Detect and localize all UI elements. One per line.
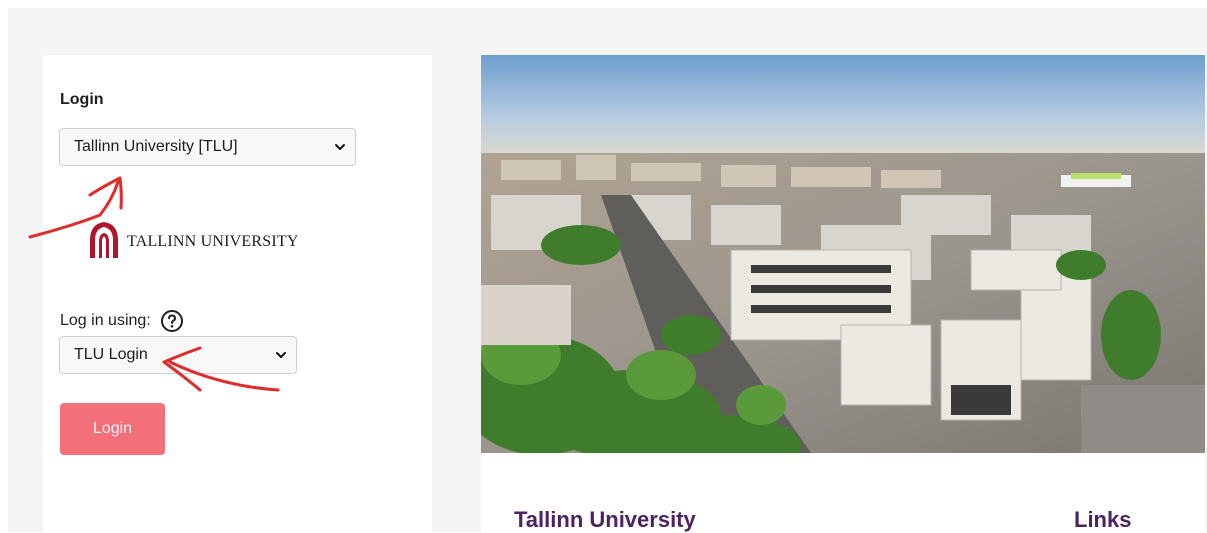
university-logo: TALLINN UNIVERSITY (87, 220, 317, 260)
login-method-label: Log in using: (60, 312, 151, 329)
organization-select-value: Tallinn University [TLU] (74, 138, 238, 155)
login-method-select-value: TLU Login (74, 346, 148, 363)
hero-image (481, 55, 1205, 453)
question-circle-icon[interactable] (160, 309, 184, 333)
city-aerial-photo (481, 55, 1205, 453)
chevron-down-icon (276, 352, 286, 358)
login-button[interactable]: Login (60, 403, 165, 455)
login-method-select[interactable]: TLU Login (59, 336, 297, 374)
organization-select[interactable]: Tallinn University [TLU] (59, 128, 356, 166)
content-area: Tallinn University Links (481, 453, 1205, 532)
logo-wordmark: TALLINN UNIVERSITY (127, 233, 299, 250)
section-title: Tallinn University (514, 507, 696, 532)
login-heading: Login (60, 91, 104, 108)
tlu-emblem-icon (90, 222, 118, 258)
chevron-down-icon (335, 144, 345, 150)
login-panel: Login Tallinn University [TLU] TALLINN U… (43, 55, 432, 532)
links-title: Links (1074, 507, 1132, 532)
